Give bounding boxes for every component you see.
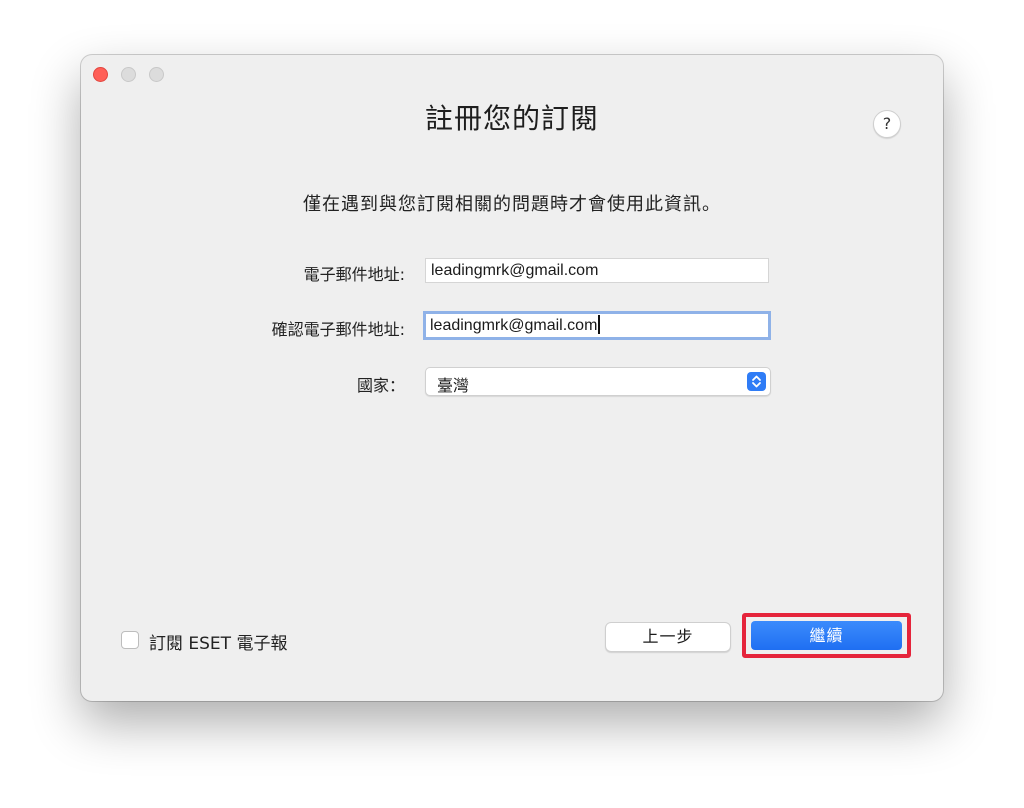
confirm-email-label: 確認電子郵件地址: <box>271 320 405 339</box>
confirm-email-field[interactable]: leadingmrk@gmail.com <box>423 311 771 340</box>
page-title: 註冊您的訂閱 <box>424 102 599 135</box>
confirm-email-field-value: leadingmrk@gmail.com <box>430 317 598 334</box>
country-label: 國家： <box>356 376 405 395</box>
help-button[interactable]: ? <box>873 110 901 138</box>
country-select-value: 臺灣 <box>437 376 470 395</box>
back-button[interactable]: 上一步 <box>605 622 731 652</box>
email-label: 電子郵件地址: <box>303 265 405 284</box>
close-window-button[interactable] <box>93 67 108 82</box>
page-subtitle: 僅在遇到與您訂閱相關的問題時才會使用此資訊。 <box>303 194 721 215</box>
newsletter-checkbox[interactable] <box>121 631 139 649</box>
email-field-value: leadingmrk@gmail.com <box>431 262 599 279</box>
chevron-up-down-icon <box>747 372 766 391</box>
country-select[interactable]: 臺灣 <box>425 367 771 396</box>
newsletter-label: 訂閱 ESET 電子報 <box>149 634 288 654</box>
zoom-window-button[interactable] <box>149 67 164 82</box>
text-caret <box>598 314 601 334</box>
continue-button[interactable]: 繼續 <box>751 621 902 650</box>
email-field[interactable]: leadingmrk@gmail.com <box>425 258 769 283</box>
minimize-window-button[interactable] <box>121 67 136 82</box>
registration-window: 註冊您的訂閱 ? 僅在遇到與您訂閱相關的問題時才會使用此資訊。 電子郵件地址: … <box>81 55 943 701</box>
